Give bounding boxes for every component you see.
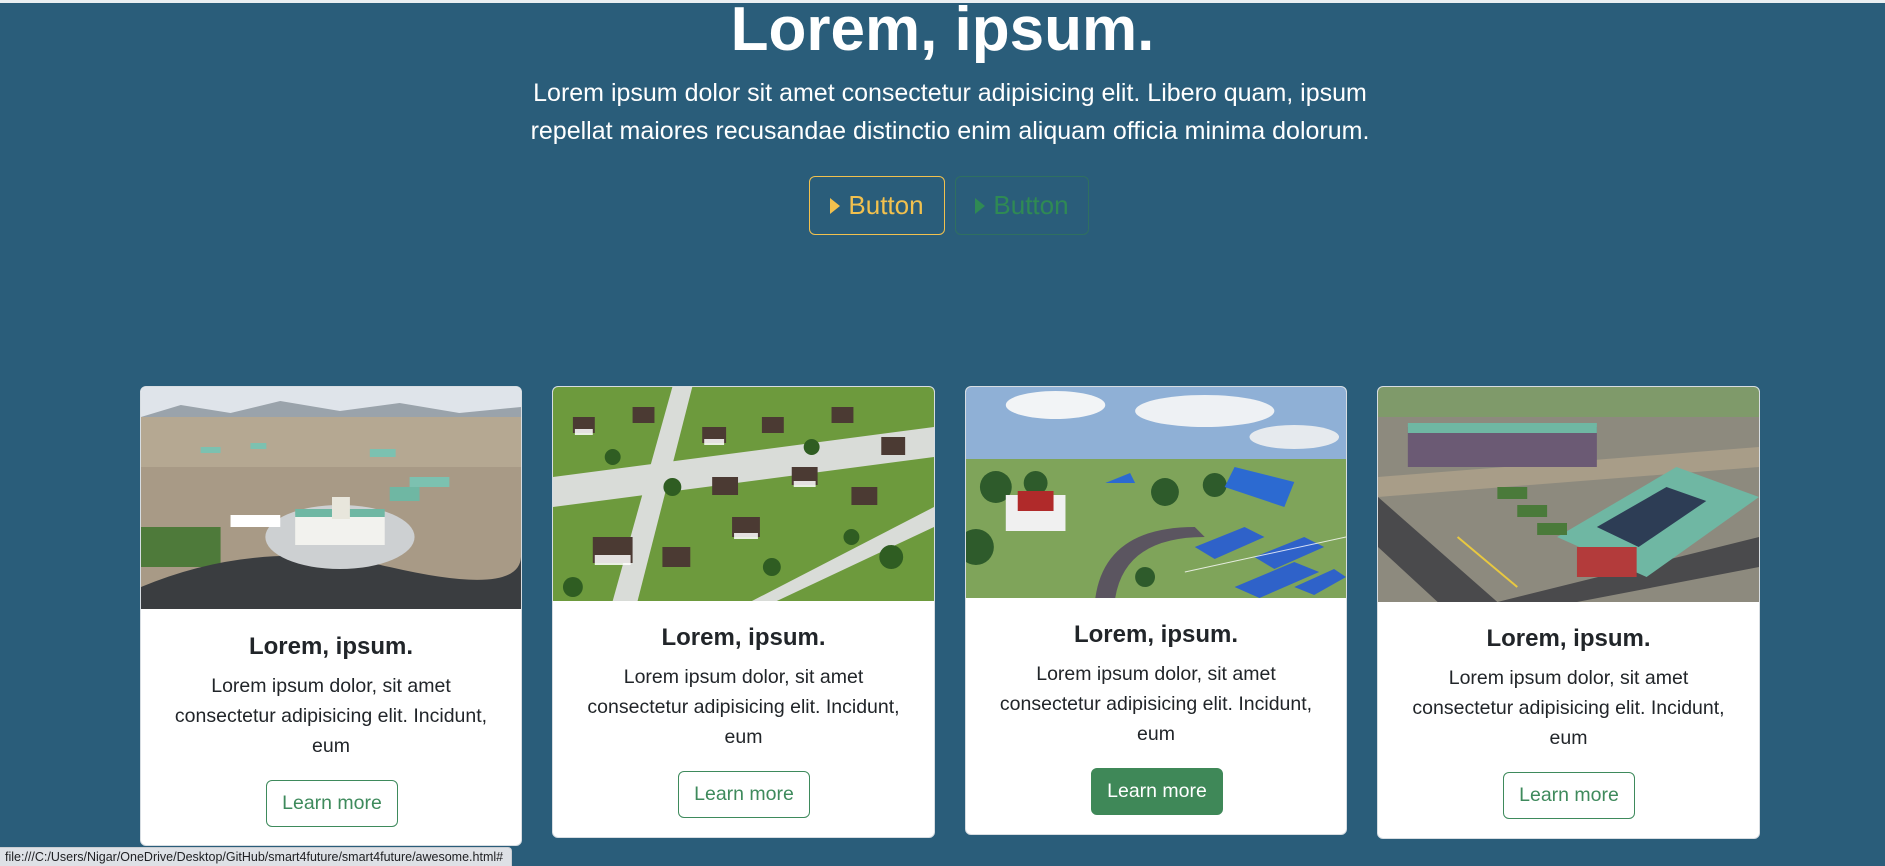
status-bar-url: file:///C:/Users/Nigar/OneDrive/Desktop/… xyxy=(0,847,513,866)
hero-button-group: Button Button xyxy=(809,176,1089,237)
hero-primary-button-label: Button xyxy=(848,190,924,220)
learn-more-button[interactable]: Learn more xyxy=(266,780,398,827)
aerial-village-houses-image xyxy=(553,387,934,601)
card-title: Lorem, ipsum. xyxy=(248,633,414,660)
learn-more-button[interactable]: Learn more xyxy=(1091,768,1223,815)
card-text: Lorem ipsum dolor, sit amet consectetur … xyxy=(587,666,900,748)
solar-panel-village-image xyxy=(966,387,1346,598)
learn-more-button[interactable]: Learn more xyxy=(1503,772,1635,819)
play-icon xyxy=(975,197,986,214)
aerial-solar-school-image xyxy=(1378,387,1759,602)
card-title: Lorem, ipsum. xyxy=(661,624,826,651)
card-text: Lorem ipsum dolor, sit amet consectetur … xyxy=(1412,667,1725,749)
hero-title: Lorem, ipsum. xyxy=(730,0,1155,64)
aerial-campus-construction-image xyxy=(141,387,521,609)
hero-secondary-button-label: Button xyxy=(993,190,1069,220)
hero-primary-button[interactable]: Button xyxy=(809,176,945,235)
hero-secondary-button[interactable]: Button xyxy=(955,176,1089,235)
card: Lorem, ipsum. Lorem ipsum dolor, sit ame… xyxy=(1377,386,1760,839)
card: Lorem, ipsum. Lorem ipsum dolor, sit ame… xyxy=(140,386,522,846)
card-title: Lorem, ipsum. xyxy=(1486,625,1651,652)
hero-subtitle: Lorem ipsum dolor sit amet consectetur a… xyxy=(530,79,1370,145)
play-icon xyxy=(830,197,841,214)
card-text: Lorem ipsum dolor, sit amet consectetur … xyxy=(999,663,1313,745)
card-text: Lorem ipsum dolor, sit amet consectetur … xyxy=(174,675,488,757)
card: Lorem, ipsum. Lorem ipsum dolor, sit ame… xyxy=(965,386,1347,835)
learn-more-button[interactable]: Learn more xyxy=(678,771,810,818)
card: Lorem, ipsum. Lorem ipsum dolor, sit ame… xyxy=(552,386,935,838)
card-title: Lorem, ipsum. xyxy=(1073,621,1239,648)
